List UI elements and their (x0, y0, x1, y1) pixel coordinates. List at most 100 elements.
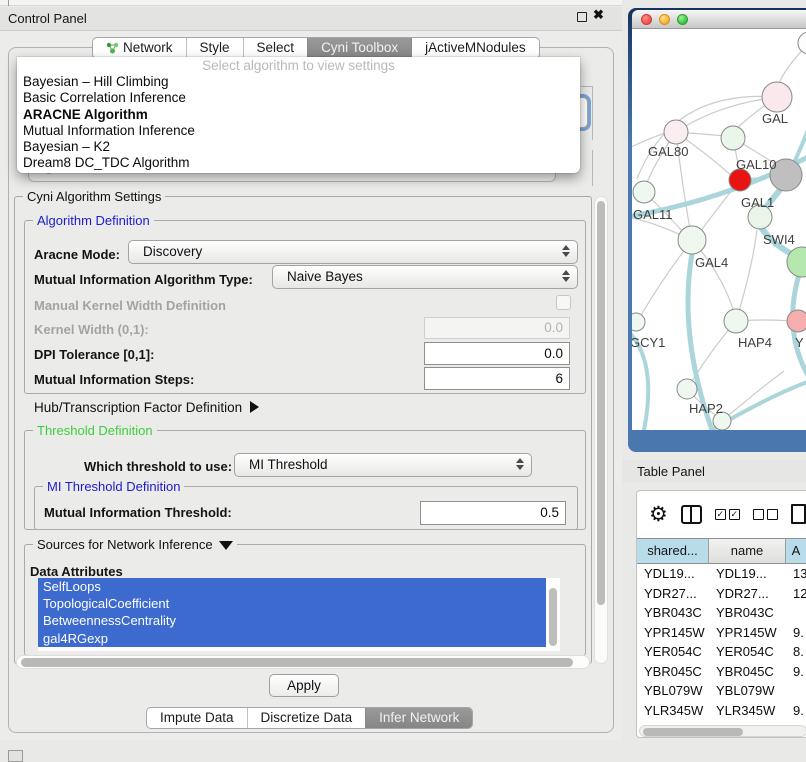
gear-icon[interactable]: ⚙ (649, 504, 668, 525)
table-cell: 9. (786, 662, 806, 682)
algorithm-dropdown-popup: Select algorithm to view settings Bayesi… (17, 57, 580, 173)
table-row[interactable]: YBR045CYBR045C9. (637, 662, 806, 682)
threshold-definition-legend: Threshold Definition (33, 423, 157, 438)
tab-network[interactable]: Network (93, 38, 186, 58)
mi-threshold-label: Mutual Information Threshold: (44, 505, 232, 520)
attribute-list-item[interactable]: gal4RGexp (38, 630, 546, 647)
network-node[interactable] (664, 120, 688, 144)
table-cell: YLR345W (709, 701, 786, 721)
network-node[interactable] (678, 226, 706, 254)
sources-legend[interactable]: Sources for Network Inference (33, 537, 237, 552)
network-node[interactable] (729, 169, 751, 191)
algorithm-option[interactable]: Bayesian – K2 (17, 139, 580, 155)
settings-vertical-scrollbar[interactable] (594, 196, 608, 664)
column-header[interactable]: A (786, 539, 806, 563)
mi-type-value: Naive Bayes (287, 269, 363, 284)
tab-jactivemnodules[interactable]: jActiveMNodules (411, 38, 539, 58)
minimize-traffic-icon[interactable] (659, 14, 670, 25)
algorithm-definition-legend: Algorithm Definition (33, 213, 154, 228)
zoom-traffic-icon[interactable] (677, 14, 688, 25)
new-table-icon[interactable] (791, 504, 806, 524)
algorithm-option[interactable]: Dream8 DC_TDC Algorithm (17, 155, 580, 171)
table-row[interactable]: YLR345WYLR345W9. (637, 701, 806, 721)
node-label: GAL10 (736, 157, 776, 172)
network-node[interactable] (721, 126, 745, 150)
algorithm-option[interactable]: Mutual Information Inference (17, 123, 580, 139)
mi-steps-label: Mutual Information Steps: (34, 372, 194, 387)
apply-button[interactable]: Apply (269, 674, 339, 697)
table-cell: YDR27... (709, 584, 786, 604)
table-cell: YBL079W (637, 681, 709, 701)
table-row[interactable]: YDR27...YDR27...12 (637, 584, 806, 604)
unchecked-boxes-icon[interactable] (753, 509, 778, 520)
close-icon[interactable]: ✖ (593, 7, 604, 23)
node-label: GCY1 (632, 335, 665, 350)
network-node[interactable] (632, 313, 645, 331)
dpi-tolerance-field[interactable]: 0.0 (424, 342, 570, 365)
mi-type-combobox[interactable]: Naive Bayes (272, 265, 578, 289)
network-node[interactable] (633, 181, 655, 203)
mi-threshold-field[interactable]: 0.5 (420, 501, 566, 525)
tab-select[interactable]: Select (243, 38, 308, 58)
hub-definition-expander[interactable]: Hub/Transcription Factor Definition (34, 400, 259, 415)
algorithm-option[interactable]: Basic Correlation Inference (17, 90, 580, 106)
which-threshold-combobox[interactable]: MI Threshold (234, 453, 532, 477)
table-row[interactable]: YDL19...YDL19...13 (637, 564, 806, 584)
network-window-titlebar[interactable] (632, 10, 806, 29)
table-row[interactable]: YER054CYER054C8. (637, 642, 806, 662)
manual-kernel-checkbox[interactable] (556, 295, 571, 310)
column-header[interactable]: shared... (637, 539, 709, 563)
tab-label: Discretize Data (261, 708, 353, 728)
settings-hscrollbar-thumb[interactable] (21, 658, 573, 667)
network-canvas[interactable]: GALGAL80GAL10GAL1GAL11SWI4GAL4GCY1HAP4YH… (632, 29, 806, 430)
network-node[interactable] (762, 82, 792, 112)
split-columns-icon[interactable] (681, 505, 702, 524)
tab-cyni-toolbox[interactable]: Cyni Toolbox (307, 38, 411, 58)
table-row[interactable]: YPR145WYPR145W9. (637, 623, 806, 643)
collapsed-panel-button[interactable] (8, 750, 23, 762)
tab-infer-network[interactable]: Infer Network (365, 708, 472, 728)
table-cell: YBL079W (709, 681, 786, 701)
tab-impute-data[interactable]: Impute Data (147, 708, 247, 728)
attribute-list-item[interactable]: BetweennessCentrality (38, 612, 546, 629)
algorithm-option[interactable]: Bayesian – Hill Climbing (17, 74, 580, 90)
tab-label: Style (200, 38, 230, 58)
network-edge (736, 230, 757, 321)
checked-boxes-icon[interactable]: ✓✓ (715, 509, 740, 520)
node-label: SWI4 (763, 232, 795, 247)
data-attributes-list[interactable]: SelfLoopsTopologicalCoefficientBetweenne… (38, 578, 560, 651)
float-panel-icon[interactable] (577, 12, 587, 22)
close-traffic-icon[interactable] (641, 14, 652, 25)
network-node[interactable] (798, 32, 806, 54)
network-node[interactable] (724, 309, 748, 333)
network-node[interactable] (677, 379, 697, 399)
tab-discretize-data[interactable]: Discretize Data (247, 708, 366, 728)
column-header[interactable]: name (709, 539, 786, 563)
mi-type-label: Mutual Information Algorithm Type: (34, 272, 253, 287)
table-row[interactable]: YBR043CYBR043C (637, 603, 806, 623)
table-cell: 9. (786, 701, 806, 721)
list-scrollbar-thumb[interactable] (549, 588, 557, 646)
algorithm-dropdown-prompt: Select algorithm to view settings (17, 57, 580, 74)
control-panel: Control Panel ✖ NetworkStyleSelectCyni T… (0, 0, 622, 740)
hub-definition-label: Hub/Transcription Factor Definition (34, 400, 242, 415)
tab-style[interactable]: Style (186, 38, 243, 58)
attribute-list-item[interactable]: SelfLoops (38, 578, 546, 595)
attribute-list-item[interactable]: TopologicalCoefficient (38, 595, 546, 612)
kernel-width-label: Kernel Width (0,1): (34, 322, 149, 337)
table-row[interactable]: YBL079WYBL079W (637, 681, 806, 701)
aracne-mode-combobox[interactable]: Discovery (128, 240, 578, 264)
node-label: GAL4 (695, 255, 728, 270)
network-node[interactable] (787, 310, 806, 332)
mi-steps-field[interactable]: 6 (424, 367, 570, 390)
table-cell: YER054C (709, 642, 786, 662)
kernel-width-field[interactable]: 0.0 (424, 317, 570, 339)
table-hscrollbar-thumb[interactable] (643, 728, 743, 736)
tab-label: Infer Network (379, 708, 459, 728)
algorithm-option[interactable]: ARACNE Algorithm (17, 107, 580, 123)
settings-horizontal-scrollbar[interactable] (16, 655, 590, 669)
expand-right-icon (250, 401, 259, 413)
settings-scrollbar-thumb[interactable] (597, 201, 605, 605)
table-cell: 12 (786, 584, 806, 604)
table-horizontal-scrollbar[interactable] (639, 725, 806, 737)
